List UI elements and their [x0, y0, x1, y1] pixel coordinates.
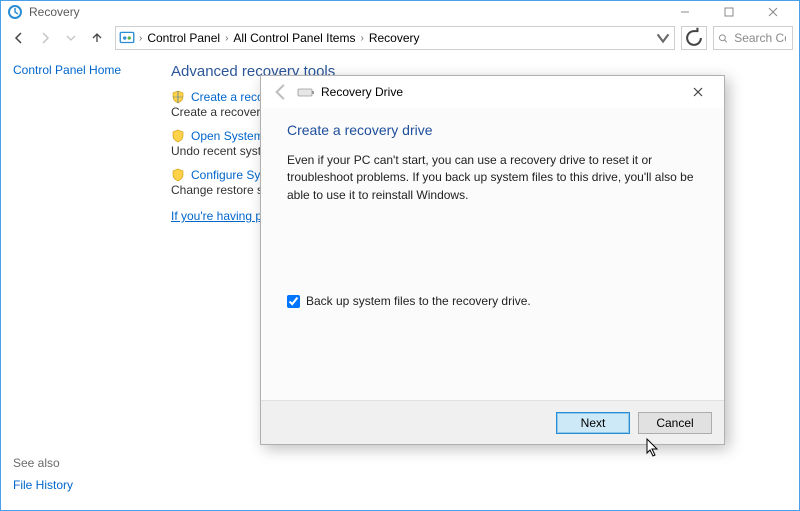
dialog-header: Recovery Drive [261, 76, 724, 108]
window-title: Recovery [29, 5, 80, 19]
dialog-close-button[interactable] [678, 78, 718, 106]
recovery-icon [7, 4, 23, 20]
shield-icon [171, 90, 185, 104]
search-input[interactable] [732, 30, 788, 46]
dialog-footer: Next Cancel [261, 400, 724, 444]
address-dropdown-button[interactable] [654, 27, 672, 49]
dialog-title: Create a recovery drive [287, 122, 698, 138]
search-icon [718, 32, 728, 45]
recovery-drive-dialog: Recovery Drive Create a recovery drive E… [260, 75, 725, 445]
control-panel-icon [118, 29, 136, 47]
shield-icon [171, 129, 185, 143]
close-button[interactable] [751, 1, 795, 23]
dialog-app-title: Recovery Drive [321, 85, 403, 99]
minimize-button[interactable] [663, 1, 707, 23]
address-field[interactable]: › Control Panel › All Control Panel Item… [115, 26, 675, 50]
refresh-button[interactable] [681, 26, 707, 50]
file-history-link[interactable]: File History [13, 478, 73, 492]
see-also: See also File History [13, 456, 73, 492]
backup-checkbox-label: Back up system files to the recovery dri… [306, 294, 531, 308]
backup-checkbox[interactable] [287, 295, 300, 308]
backup-checkbox-row[interactable]: Back up system files to the recovery dri… [287, 294, 698, 308]
breadcrumb-item[interactable]: Control Panel [143, 31, 224, 45]
up-button[interactable] [85, 26, 109, 50]
address-bar: › Control Panel › All Control Panel Item… [1, 23, 799, 53]
search-box[interactable] [713, 26, 793, 50]
recent-locations-button[interactable] [59, 26, 83, 50]
dialog-body: Create a recovery drive Even if your PC … [261, 108, 724, 308]
control-panel-home-link[interactable]: Control Panel Home [13, 63, 149, 77]
drive-icon [297, 85, 315, 99]
dialog-back-button[interactable] [271, 82, 291, 102]
breadcrumb-item[interactable]: All Control Panel Items [229, 31, 359, 45]
forward-button[interactable] [33, 26, 57, 50]
see-also-header: See also [13, 456, 73, 470]
back-button[interactable] [7, 26, 31, 50]
titlebar: Recovery [1, 1, 799, 23]
shield-icon [171, 168, 185, 182]
left-nav: Control Panel Home [1, 53, 161, 510]
next-button[interactable]: Next [556, 412, 630, 434]
maximize-button[interactable] [707, 1, 751, 23]
dialog-text: Even if your PC can't start, you can use… [287, 152, 698, 204]
breadcrumb-item[interactable]: Recovery [365, 31, 424, 45]
cancel-button[interactable]: Cancel [638, 412, 712, 434]
